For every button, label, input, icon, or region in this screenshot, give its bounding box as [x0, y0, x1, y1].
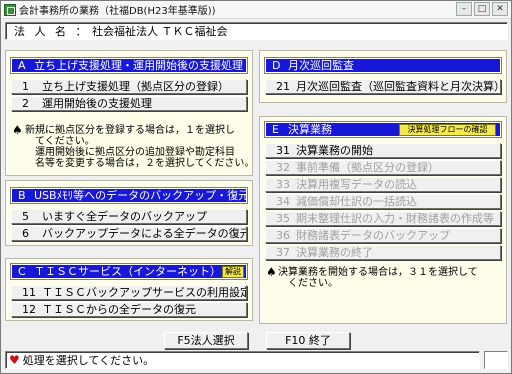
maximize-icon[interactable]: □: [474, 2, 490, 16]
option-34-button[interactable]: 34 減価償却仕訳の一括読込: [265, 194, 501, 209]
main-window: 会計事務所の業務（社福DB(H23年基準版)) – □ ✕ 法 人 名 ： 社会…: [0, 0, 512, 374]
explanation-button[interactable]: 解説: [222, 266, 244, 278]
option-11-button[interactable]: 11 ＴＩＳＣバックアップサービスの利用設定: [11, 285, 247, 300]
section-c-title: ＴＩＳＣサービス（インターネット）: [34, 265, 221, 278]
app-icon: [4, 3, 16, 16]
status-bar: ♥ 処理を選択してください。: [5, 351, 480, 369]
section-b-title: USBﾒﾓﾘ等へのデータのバックアップ・復元: [34, 189, 250, 202]
minimize-icon[interactable]: –: [456, 2, 472, 16]
option-32-button[interactable]: 32 事前準備（拠点区分の登録）: [265, 160, 501, 175]
close-icon[interactable]: ✕: [492, 2, 508, 16]
section-d-header: D 月次巡回監査: [264, 57, 502, 74]
section-a-note: 新規に拠点区分を登録する場合は，１を選択し てください。 運用開始後に拠点区分の…: [25, 125, 255, 169]
option-33-button[interactable]: 33 決算用複写データの読込: [265, 177, 501, 192]
section-a-title: 立ち上げ支援処理・運用開始後の支援処理: [34, 59, 243, 72]
option-1-button[interactable]: 1 立ち上げ支援処理（拠点区分の登録）: [11, 79, 247, 94]
section-c-header: C ＴＩＳＣサービス（インターネット）: [10, 263, 248, 280]
corporation-name-value: 社会福祉法人 ＴＫＣ福祉会: [92, 25, 228, 38]
window-title: 会計事務所の業務（社福DB(H23年基準版)): [19, 6, 216, 17]
status-indicator: [484, 351, 508, 369]
corporation-name-label: 法 人 名 ：: [14, 25, 90, 38]
heart-icon: ♥: [9, 353, 20, 367]
option-31-button[interactable]: 31 決算業務の開始: [265, 143, 501, 158]
f5-select-corporation-button[interactable]: F5法人選択: [164, 332, 248, 349]
spade-icon: ♠: [266, 265, 277, 279]
section-e-title: 決算業務: [288, 123, 332, 136]
section-a-header: A 立ち上げ支援処理・運用開始後の支援処理: [10, 57, 248, 74]
section-b-header: B USBﾒﾓﾘ等へのデータのバックアップ・復元: [10, 187, 250, 204]
option-37-button[interactable]: 37 決算業務の終了: [265, 245, 501, 260]
option-2-button[interactable]: 2 運用開始後の支援処理: [11, 96, 247, 111]
corporation-name-field: 法 人 名 ： 社会福祉法人 ＴＫＣ福祉会: [5, 22, 508, 40]
option-5-button[interactable]: 5 いますぐ全データのバックアップ: [11, 209, 247, 224]
option-6-button[interactable]: 6 バックアップデータによる全データの復元: [11, 226, 247, 241]
f10-exit-button[interactable]: F10 終了: [266, 332, 350, 349]
section-e-note: 決算業務を開始する場合は，３１を選択して ください。: [278, 267, 478, 289]
section-d-title: 月次巡回監査: [288, 59, 354, 72]
option-21-button[interactable]: 21 月次巡回監査（巡回監査資料と月次決算）: [265, 79, 501, 94]
option-35-button[interactable]: 35 期末整理仕訳の入力・財務諸表の作成等: [265, 211, 501, 226]
spade-icon: ♠: [12, 123, 23, 137]
title-bar: 会計事務所の業務（社福DB(H23年基準版)) – □ ✕: [1, 1, 511, 19]
option-36-button[interactable]: 36 財務諸表データのバックアップ: [265, 228, 501, 243]
option-12-button[interactable]: 12 ＴＩＳＣからの全データの復元: [11, 302, 247, 317]
status-message: 処理を選択してください。: [22, 354, 155, 367]
closing-flow-button[interactable]: 決算処理フローの確認: [399, 124, 496, 136]
